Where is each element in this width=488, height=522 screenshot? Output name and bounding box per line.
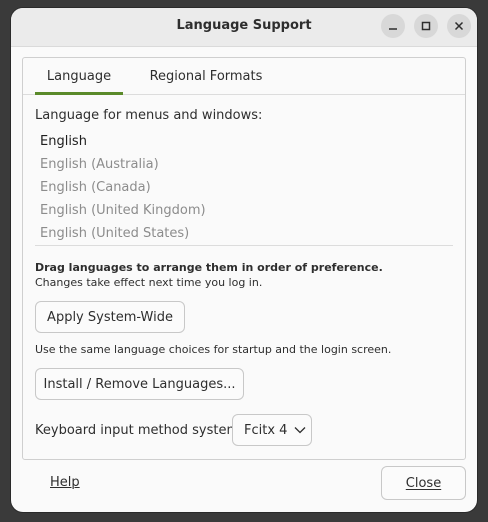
chevron-down-icon <box>294 427 306 434</box>
apply-system-wide-button[interactable]: Apply System-Wide <box>35 301 185 333</box>
notebook: Language Regional Formats Language for m… <box>22 57 466 460</box>
help-button[interactable]: Help <box>50 475 80 490</box>
apply-note: Use the same language choices for startu… <box>35 343 392 356</box>
list-item[interactable]: English (United States) <box>40 226 189 241</box>
divider <box>35 245 453 246</box>
minimize-button[interactable] <box>381 14 405 38</box>
tab-regional-formats[interactable]: Regional Formats <box>141 58 271 94</box>
minimize-icon <box>389 28 397 30</box>
list-item[interactable]: English (United Kingdom) <box>40 203 206 218</box>
list-item[interactable]: English (Australia) <box>40 157 159 172</box>
close-window-button[interactable] <box>447 14 471 38</box>
language-support-window: Language Support Language Regional Forma… <box>11 8 477 512</box>
maximize-icon <box>421 21 431 31</box>
install-remove-languages-button[interactable]: Install / Remove Languages... <box>35 368 244 400</box>
keyboard-input-value: Fcitx 4 <box>244 422 288 438</box>
close-button-label: Close <box>405 475 442 491</box>
maximize-button[interactable] <box>414 14 438 38</box>
close-icon <box>454 21 464 31</box>
title-bar[interactable]: Language Support <box>11 8 477 47</box>
tab-bar: Language Regional Formats <box>23 58 465 95</box>
list-item[interactable]: English (Canada) <box>40 180 151 195</box>
language-section-label: Language for menus and windows: <box>35 108 263 123</box>
close-button[interactable]: Close <box>381 466 466 500</box>
list-item[interactable]: English <box>40 134 87 149</box>
tab-language[interactable]: Language <box>35 58 123 95</box>
keyboard-input-label: Keyboard input method system: <box>35 423 244 438</box>
effect-note: Changes take effect next time you log in… <box>35 276 263 289</box>
window-title: Language Support <box>176 18 312 33</box>
drag-hint: Drag languages to arrange them in order … <box>35 261 383 274</box>
keyboard-input-dropdown[interactable]: Fcitx 4 <box>232 414 312 446</box>
